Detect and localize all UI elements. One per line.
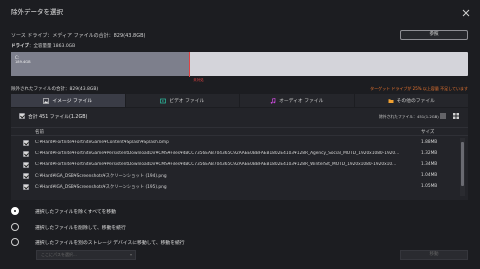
capacity-marker	[189, 52, 191, 77]
close-button[interactable]	[460, 4, 472, 17]
scroll-thumb[interactable]	[461, 142, 464, 186]
image-icon	[43, 97, 50, 104]
file-size: 1.32MB	[421, 151, 438, 156]
video-icon	[160, 98, 167, 103]
dialog-title: 除外データを選択	[11, 8, 63, 16]
capacity-marker-label: 未対処	[193, 78, 204, 82]
option-label: 選択したファイルを別のストレージ デバイスに移動して、移動を続行	[35, 241, 185, 246]
drive-capacity: ：全容量量 1863.0GB	[29, 44, 76, 49]
tab-label: ビデオ ファイル	[169, 99, 205, 104]
excluded-files-label: 除外されたファイル：451(1.2GB)	[379, 114, 439, 119]
panel-header: 合計 451 ファイル(1.2GB) 除外されたファイル：451(1.2GB)	[11, 108, 468, 126]
excluded-total-label: 除外されたファイルの合計：829(43.8GB)	[11, 87, 99, 92]
table-row[interactable]: C:¥Hard¥IGA_DSB¥Screenshots¥スクリーンショット (1…	[11, 171, 461, 182]
row-checkbox[interactable]	[23, 162, 29, 168]
capacity-used-fill	[11, 52, 190, 76]
file-size: 1.04MB	[421, 173, 438, 178]
drive-info: ドライブ：全容量量 1863.0GB	[11, 43, 75, 49]
move-button[interactable]: 移動	[400, 250, 468, 260]
exclude-data-dialog: 除外データを選択 ソース ドライブ：メディア ファイルの合計：829(43.8G…	[0, 0, 480, 269]
file-path: C:¥Hard¥IGA_DSB¥Screenshots¥スクリーンショット (1…	[35, 185, 167, 190]
file-path: C:¥Hard¥Fortnite¥FortniteGame¥Persistent…	[35, 162, 397, 167]
radio-move-to-other-storage[interactable]	[11, 238, 19, 246]
row-checkbox[interactable]	[23, 140, 29, 146]
row-checkbox[interactable]	[23, 173, 29, 179]
folder-icon	[388, 98, 394, 103]
capacity-bar: C: 189.4GB	[11, 52, 468, 76]
table-row[interactable]: C:¥Hard¥Fortnite¥FortniteGame¥Content¥Sp…	[11, 138, 461, 149]
file-size: 1.34MB	[421, 162, 438, 167]
browse-button[interactable]: 参照	[400, 30, 468, 40]
tab-video-files[interactable]: ビデオ ファイル	[125, 94, 240, 107]
drive-label: ドライブ	[11, 44, 29, 49]
total-files-label: 合計 451 ファイル(1.2GB)	[28, 115, 88, 120]
list-view-icon[interactable]	[439, 112, 447, 120]
file-size: 1.05MB	[421, 184, 438, 189]
option-label: 選択したファイルを削除して、移動を続行	[35, 226, 126, 231]
title-bar: 除外データを選択	[0, 0, 480, 22]
file-path: C:¥Hard¥IGA_DSB¥Screenshots¥スクリーンショット (1…	[35, 174, 167, 179]
row-checkbox[interactable]	[23, 151, 29, 157]
file-rows: C:¥Hard¥Fortnite¥FortniteGame¥Content¥Sp…	[11, 138, 461, 193]
capacity-warning: ターゲット ドライブが 25% 以上容量 不足しています	[370, 86, 468, 91]
file-size: 1.88MB	[421, 140, 438, 145]
scrollbar[interactable]	[460, 138, 465, 196]
table-row[interactable]: C:¥Hard¥IGA_DSB¥Screenshots¥スクリーンショット (1…	[11, 182, 461, 193]
tab-label: イメージ ファイル	[52, 99, 93, 104]
row-checkbox[interactable]	[23, 184, 29, 190]
file-path: C:¥Hard¥Fortnite¥FortniteGame¥Content¥Sp…	[35, 140, 169, 145]
select-all-checkbox[interactable]	[19, 113, 25, 119]
column-header: 名前 サイズ	[11, 127, 468, 136]
close-icon	[462, 9, 470, 17]
option-label: 選択したファイルを除くすべてを移動	[35, 210, 116, 215]
tab-label: オーディオ ファイル	[279, 99, 324, 104]
table-row[interactable]: C:¥Hard¥Fortnite¥FortniteGame¥Persistent…	[11, 149, 461, 160]
radio-delete-and-continue[interactable]	[11, 223, 19, 231]
destination-path-select[interactable]: ここにパスを選択...	[36, 250, 136, 260]
column-size[interactable]: サイズ	[421, 129, 434, 135]
grid-view-icon[interactable]	[452, 112, 460, 120]
tab-other-files[interactable]: その他のファイル	[354, 94, 468, 107]
used-amount: 189.4GB	[15, 60, 31, 64]
audio-icon	[270, 97, 276, 104]
column-name[interactable]: 名前	[35, 129, 44, 135]
tab-image-files[interactable]: イメージ ファイル	[11, 94, 126, 107]
table-row[interactable]: C:¥Hard¥Fortnite¥FortniteGame¥Persistent…	[11, 160, 461, 171]
tab-label: その他のファイル	[396, 99, 435, 104]
file-list-panel: 合計 451 ファイル(1.2GB) 除外されたファイル：451(1.2GB) …	[11, 108, 468, 200]
radio-move-all-except[interactable]	[11, 207, 19, 215]
file-path: C:¥Hard¥Fortnite¥FortniteGame¥Persistent…	[35, 151, 400, 156]
file-type-tabs: イメージ ファイル ビデオ ファイル オーディオ ファイル その他のファイル	[11, 94, 468, 107]
tab-audio-files[interactable]: オーディオ ファイル	[240, 94, 355, 107]
source-drive-label: ソース ドライブ：メディア ファイルの合計：829(43.8GB)	[11, 33, 146, 39]
